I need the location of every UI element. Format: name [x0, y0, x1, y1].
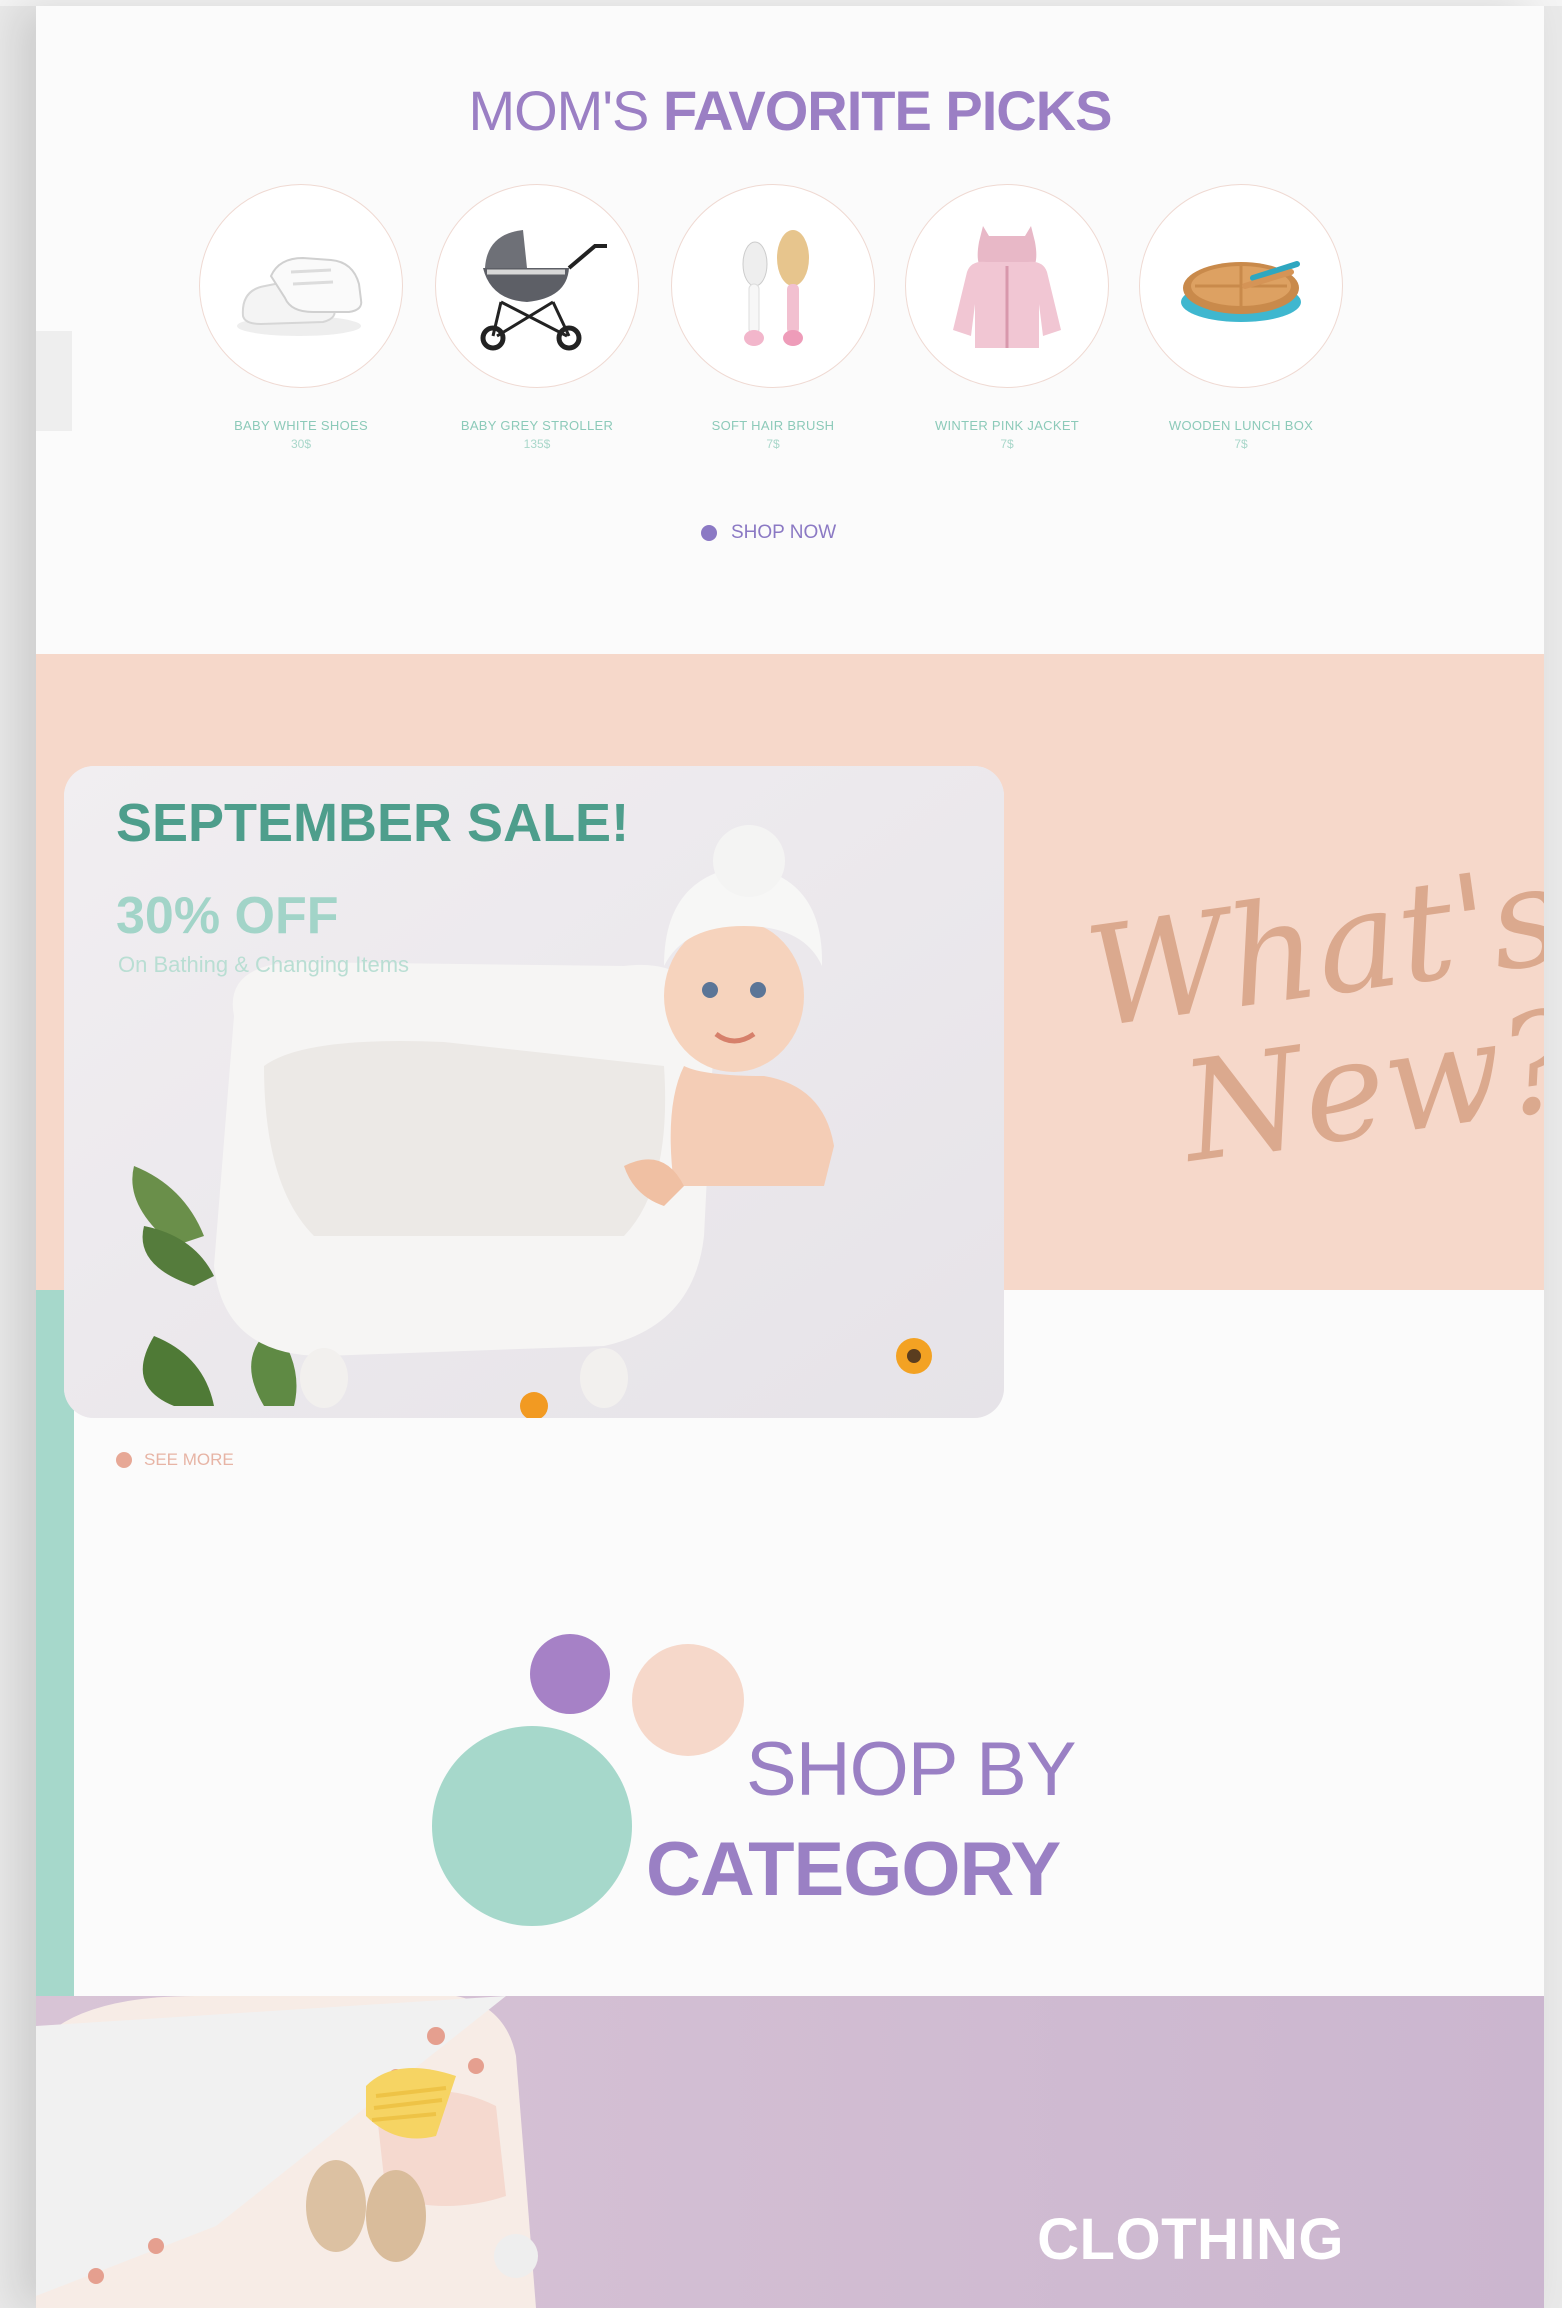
category-heading-line1: SHOP BY	[746, 1727, 1077, 1812]
pick-name: SOFT HAIR BRUSH	[711, 418, 835, 433]
pick-item-stroller[interactable]: BABY GREY STROLLER 135$	[432, 184, 642, 451]
sale-title: SEPTEMBER SALE!	[116, 793, 630, 853]
bullet-dot-icon	[116, 1452, 132, 1468]
hair-brush-icon	[742, 230, 809, 346]
favorites-title: MOM'S FAVORITE PICKS	[36, 78, 1544, 143]
favorites-title-light: MOM'S	[468, 79, 649, 142]
pick-item-lunchbox[interactable]: WOODEN LUNCH BOX 7$	[1136, 184, 1346, 451]
shop-now-button[interactable]: SHOP NOW	[701, 522, 836, 544]
pick-circle	[435, 184, 639, 388]
sale-discount: 30% OFF	[116, 887, 339, 945]
clothing-label: CLOTHING	[1037, 2207, 1344, 2272]
pick-price: 7$	[766, 437, 780, 451]
shop-now-label: SHOP NOW	[731, 522, 837, 543]
baby-bath-image	[64, 766, 1004, 1418]
pink-jacket-icon	[953, 226, 1061, 348]
whats-new-script: What's New?	[1077, 834, 1544, 1226]
pick-item-brush[interactable]: SOFT HAIR BRUSH 7$	[668, 184, 878, 451]
favorites-title-bold: FAVORITE PICKS	[662, 79, 1113, 142]
category-heading-line2: CATEGORY	[646, 1827, 1061, 1912]
decor-circle-peach	[632, 1644, 744, 1756]
pick-item-jacket[interactable]: WINTER PINK JACKET 7$	[902, 184, 1112, 451]
pick-price: 7$	[1000, 437, 1014, 451]
clothing-box-image	[36, 1996, 538, 2308]
pick-price: 30$	[290, 437, 312, 451]
pick-circle	[905, 184, 1109, 388]
lunch-box-icon	[1181, 261, 1301, 322]
pick-price: 135$	[523, 437, 551, 451]
pick-name: WINTER PINK JACKET	[934, 418, 1080, 433]
bullet-dot-icon	[701, 525, 717, 541]
pick-item-shoes[interactable]: BABY WHITE SHOES 30$	[196, 184, 406, 451]
pick-circle	[671, 184, 875, 388]
pick-circle	[199, 184, 403, 388]
pick-name: BABY GREY STROLLER	[460, 418, 614, 433]
see-more-button[interactable]: SEE MORE	[116, 1450, 234, 1470]
page-canvas: MOM'S FAVORITE PICKS BABY WHITE SHOES 30…	[36, 6, 1544, 2308]
pick-circle	[1139, 184, 1343, 388]
baby-shoes-icon	[237, 256, 363, 336]
decor-circle-purple	[530, 1634, 610, 1714]
pick-price: 7$	[1234, 437, 1248, 451]
see-more-label: SEE MORE	[144, 1450, 234, 1469]
stroller-icon	[480, 230, 607, 351]
pick-name: WOODEN LUNCH BOX	[1168, 418, 1314, 433]
decor-circle-teal	[432, 1726, 632, 1926]
sale-subtitle: On Bathing & Changing Items	[118, 952, 410, 977]
favorite-picks-list: BABY WHITE SHOES 30$ BABY GREY STROLLER …	[196, 184, 1396, 484]
category-clothing-banner[interactable]: CLOTHING	[36, 1996, 1544, 2308]
sale-banner[interactable]: SEPTEMBER SALE! 30% OFF On Bathing & Cha…	[64, 766, 1004, 1418]
side-panel-grey	[36, 331, 72, 431]
pick-name: BABY WHITE SHOES	[234, 418, 368, 433]
